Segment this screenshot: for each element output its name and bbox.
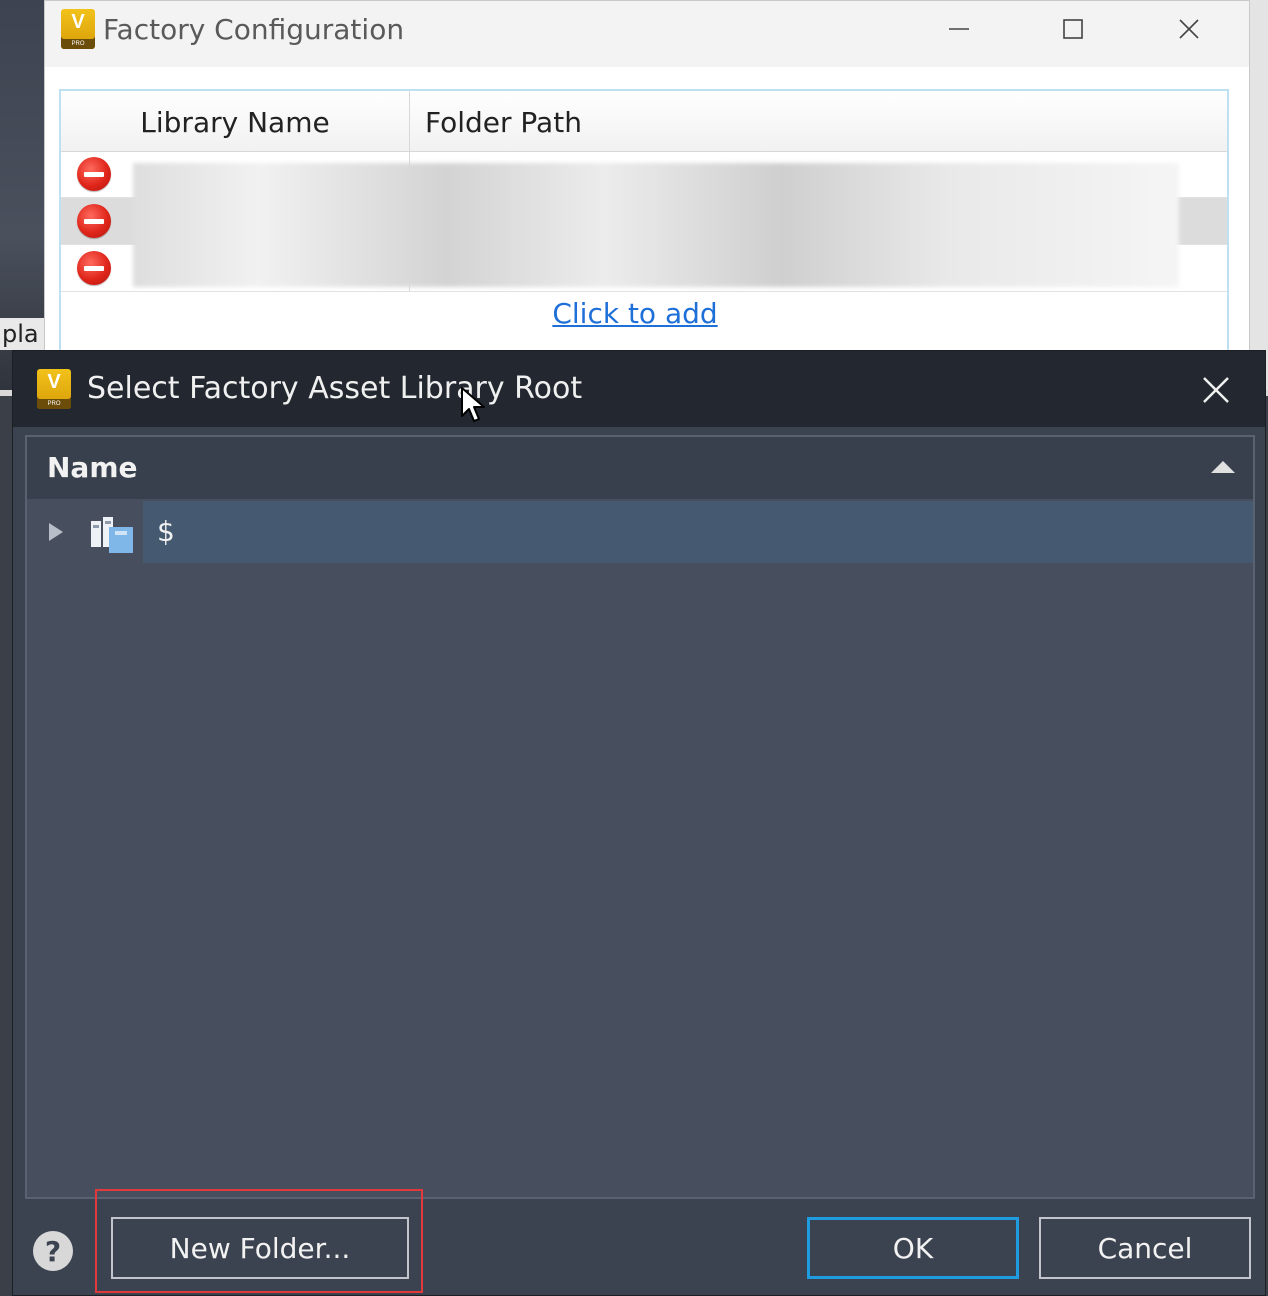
ok-button[interactable]: OK <box>807 1217 1019 1279</box>
remove-icon[interactable] <box>77 251 111 285</box>
background-window-edge-right <box>1248 0 1268 395</box>
app-icon-letter: V <box>71 11 85 33</box>
redacted-blur <box>133 163 1179 287</box>
tree-header[interactable]: Name <box>27 437 1253 499</box>
minimize-icon <box>949 28 969 30</box>
tree-item-root[interactable]: $ <box>27 501 1253 563</box>
maximize-button[interactable] <box>1043 9 1103 49</box>
app-icon-sub: PRO <box>47 401 61 407</box>
expand-arrow-icon[interactable] <box>49 523 63 541</box>
column-header-folder-path[interactable]: Folder Path <box>425 91 582 151</box>
remove-icon[interactable] <box>77 204 111 238</box>
sort-ascending-icon[interactable] <box>1211 461 1235 473</box>
factory-configuration-window: V PRO Factory Configuration Library Name… <box>44 0 1250 363</box>
column-header-name[interactable]: Name <box>47 451 138 484</box>
maximize-icon <box>1063 19 1083 39</box>
folder-tree: Name $ <box>25 435 1255 1199</box>
new-folder-button[interactable]: New Folder... <box>111 1217 409 1279</box>
grid-header: Library Name Folder Path <box>61 91 1227 152</box>
app-icon-letter: V <box>47 371 61 393</box>
selected-highlight <box>143 501 1253 563</box>
close-icon <box>1179 19 1199 39</box>
app-icon-sub: PRO <box>71 41 85 47</box>
close-button[interactable] <box>1159 9 1219 49</box>
dialog-close-button[interactable] <box>1191 365 1241 415</box>
close-icon <box>1203 377 1229 403</box>
help-icon[interactable]: ? <box>33 1231 73 1271</box>
select-library-root-dialog: V PRO Select Factory Asset Library Root … <box>12 350 1266 1296</box>
vault-root-icon <box>91 517 133 553</box>
tree-item-label: $ <box>157 515 175 548</box>
dialog-title: Select Factory Asset Library Root <box>87 371 583 406</box>
app-icon: V PRO <box>61 9 95 49</box>
app-icon: V PRO <box>37 369 71 409</box>
background-text-fragment: pla <box>0 318 46 350</box>
title-bar[interactable]: V PRO Factory Configuration <box>45 1 1249 67</box>
column-header-library-name[interactable]: Library Name <box>61 91 410 151</box>
click-to-add-link[interactable]: Click to add <box>45 297 1225 330</box>
cancel-button[interactable]: Cancel <box>1039 1217 1251 1279</box>
dialog-title-bar[interactable]: V PRO Select Factory Asset Library Root <box>13 351 1265 427</box>
remove-icon[interactable] <box>77 157 111 191</box>
minimize-button[interactable] <box>929 9 989 49</box>
window-title: Factory Configuration <box>103 13 405 46</box>
